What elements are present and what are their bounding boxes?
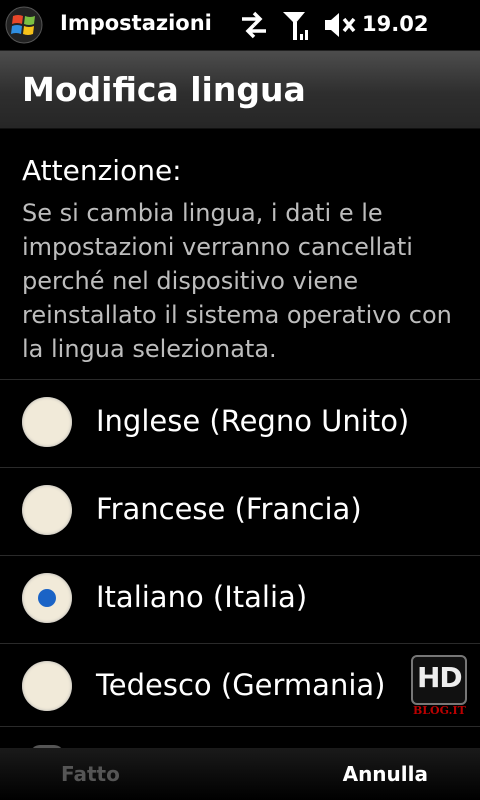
- language-option-german[interactable]: Tedesco (Germania): [0, 643, 480, 731]
- windows-logo-icon[interactable]: [4, 6, 44, 44]
- radio-button[interactable]: [22, 485, 72, 535]
- hdblog-logo: HD: [411, 655, 467, 705]
- status-bar: Impostazioni 19.02: [0, 0, 480, 51]
- language-option-french[interactable]: Francese (Francia): [0, 467, 480, 555]
- language-label: Italiano (Italia): [96, 580, 308, 614]
- radio-button[interactable]: [22, 397, 72, 447]
- language-label: Tedesco (Germania): [96, 668, 386, 702]
- warning-text: Se si cambia lingua, i dati e le imposta…: [22, 199, 452, 363]
- language-option-italian[interactable]: Italiano (Italia): [0, 555, 480, 643]
- done-softkey[interactable]: Fatto: [61, 762, 120, 786]
- hdblog-logo-text: HD: [417, 661, 463, 694]
- volume-muted-icon: [325, 13, 356, 37]
- clock: 19.02: [362, 12, 429, 36]
- page-title: Modifica lingua: [22, 70, 306, 109]
- radio-button[interactable]: [22, 573, 72, 623]
- page-header: Modifica lingua: [0, 51, 480, 129]
- radio-button[interactable]: [22, 661, 72, 711]
- radio-dot: [38, 589, 56, 607]
- app-title: Impostazioni: [60, 11, 212, 35]
- language-label: Francese (Francia): [96, 492, 362, 526]
- softkey-bar: Fatto Annulla: [0, 748, 480, 800]
- hdblog-logo-subtext: BLOG.IT: [413, 704, 466, 717]
- signal-icon: [283, 12, 308, 40]
- warning-title: Attenzione:: [22, 154, 182, 187]
- language-list: Inglese (Regno Unito) Francese (Francia)…: [0, 379, 480, 731]
- language-option-english[interactable]: Inglese (Regno Unito): [0, 379, 480, 467]
- cancel-softkey[interactable]: Annulla: [343, 762, 428, 786]
- language-label: Inglese (Regno Unito): [96, 404, 410, 438]
- data-sync-icon: [242, 11, 266, 39]
